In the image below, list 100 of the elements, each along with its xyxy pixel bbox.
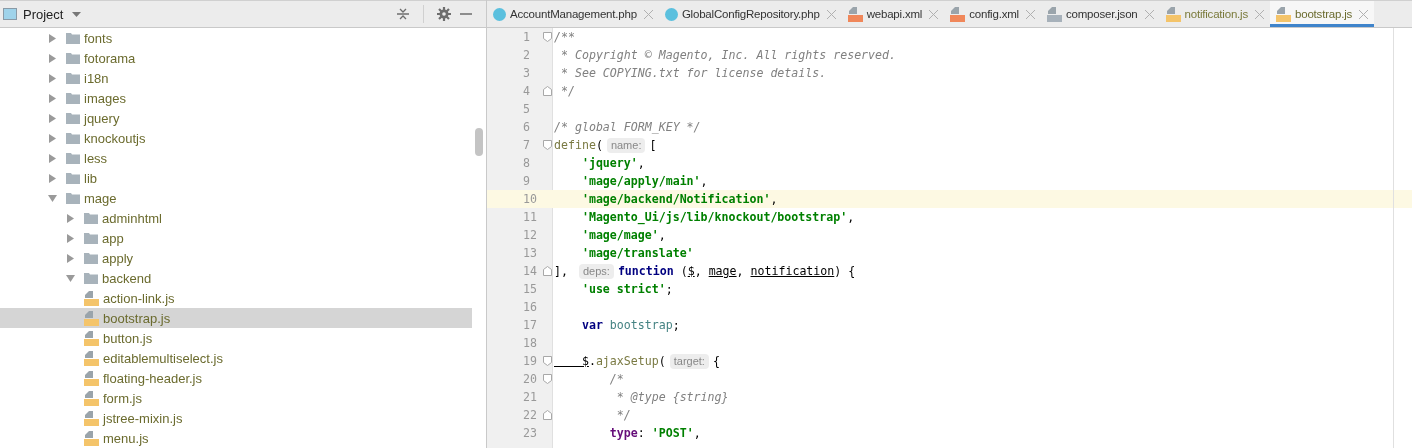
code-comment: */ (615, 408, 631, 422)
tree-item[interactable]: i18n (0, 68, 472, 88)
fold-marker-icon[interactable] (543, 86, 552, 96)
code-text: , (637, 156, 645, 170)
file-icon (84, 430, 99, 446)
tree-item[interactable]: backend (0, 268, 472, 288)
tree-item[interactable]: images (0, 88, 472, 108)
tree-item[interactable]: form.js (0, 388, 472, 408)
tree-item[interactable]: fonts (0, 28, 472, 48)
folder-icon (66, 52, 80, 64)
code-property: type (608, 426, 638, 440)
code-comment: /* global FORM_KEY */ (554, 120, 701, 134)
code-parameter: $ (687, 264, 695, 278)
tree-item[interactable]: jstree-mixin.js (0, 408, 472, 428)
code-text: ; (672, 318, 680, 332)
fold-marker-icon[interactable] (543, 374, 552, 384)
line-number: 17 (522, 317, 538, 334)
code-parameter: notification (750, 264, 835, 278)
code-comment: /* (608, 372, 624, 386)
editor-tab[interactable]: webapi.xml (841, 1, 945, 27)
tree-item[interactable]: less (0, 148, 472, 168)
code-text: , (658, 228, 666, 242)
settings-icon[interactable] (437, 7, 451, 21)
close-icon[interactable] (1025, 9, 1035, 19)
code-text: ) { (834, 264, 856, 278)
editor-tab[interactable]: notification.js (1159, 1, 1270, 27)
tree-item[interactable]: fotorama (0, 48, 472, 68)
line-number: 7 (522, 137, 531, 154)
parameter-hint: deps: (578, 263, 614, 279)
line-number: 18 (522, 335, 538, 352)
expand-arrow-icon[interactable] (48, 133, 57, 143)
line-number: 14 (522, 263, 538, 280)
file-icon (84, 310, 99, 326)
code-string: 'mage/translate' (580, 246, 694, 260)
fold-marker-icon[interactable] (543, 266, 552, 276)
expand-arrow-icon[interactable] (66, 213, 75, 223)
code-parameter: $ (580, 354, 589, 368)
tree-item[interactable]: jquery (0, 108, 472, 128)
fold-marker-icon[interactable] (543, 140, 552, 150)
close-icon[interactable] (826, 9, 836, 19)
code-text: . (588, 354, 596, 368)
line-number: 20 (522, 371, 538, 388)
line-number: 8 (522, 155, 531, 172)
file-icon (1165, 6, 1181, 22)
editor-tab[interactable]: AccountManagement.php (487, 1, 659, 27)
tree-item[interactable]: knockoutjs (0, 128, 472, 148)
expand-arrow-icon[interactable] (66, 273, 75, 283)
close-icon[interactable] (929, 9, 939, 19)
expand-arrow-icon[interactable] (48, 193, 57, 203)
expand-arrow-icon[interactable] (48, 73, 57, 83)
expand-arrow-icon[interactable] (48, 153, 57, 163)
project-view-dropdown[interactable]: Project (23, 6, 82, 22)
tree-item[interactable]: bootstrap.js (0, 308, 472, 328)
fold-marker-icon[interactable] (543, 32, 552, 42)
fold-marker-icon[interactable] (543, 410, 552, 420)
close-icon[interactable] (1359, 9, 1369, 19)
code-keyword: var (580, 318, 603, 332)
editor-tab[interactable]: GlobalConfigRepository.php (658, 1, 842, 27)
tree-item[interactable]: floating-header.js (0, 368, 472, 388)
line-number: 19 (522, 353, 538, 370)
expand-arrow-icon[interactable] (48, 53, 57, 63)
code-text: , (770, 192, 778, 206)
tree-item[interactable]: menu.js (0, 428, 472, 448)
line-number: 2 (522, 47, 531, 64)
expand-arrow-icon[interactable] (48, 173, 57, 183)
tree-item[interactable]: lib (0, 168, 472, 188)
expand-arrow-icon[interactable] (66, 253, 75, 263)
editor-tab[interactable]: composer.json (1040, 1, 1160, 27)
tree-item[interactable]: apply (0, 248, 472, 268)
line-number: 23 (522, 425, 538, 442)
code-string: 'mage/mage' (580, 228, 659, 242)
fold-marker-icon[interactable] (543, 356, 552, 366)
editor-tab[interactable]: bootstrap.js (1270, 1, 1375, 27)
file-icon (84, 290, 99, 306)
scrollbar[interactable] (475, 128, 483, 156)
close-icon[interactable] (643, 9, 653, 19)
file-icon (84, 350, 99, 366)
expand-arrow-icon[interactable] (48, 93, 57, 103)
expand-arrow-icon[interactable] (48, 113, 57, 123)
expand-arrow-icon[interactable] (66, 233, 75, 243)
code-comment: * Copyright © Magento, Inc. All rights reserved. (559, 48, 897, 62)
code-text: ], (554, 264, 569, 278)
tree-item[interactable]: mage (0, 188, 472, 208)
tree-item[interactable]: app (0, 228, 472, 248)
file-icon (84, 330, 99, 346)
file-icon (84, 370, 99, 386)
tree-item[interactable]: action-link.js (0, 288, 472, 308)
code-text: { (712, 354, 720, 368)
tree-item[interactable]: editablemultiselect.js (0, 348, 472, 368)
collapse-all-icon[interactable] (396, 7, 410, 21)
parameter-hint: target: (669, 353, 709, 369)
tree-item[interactable]: button.js (0, 328, 472, 348)
line-number: 10 (522, 191, 538, 208)
folder-icon (66, 112, 80, 124)
code-comment: */ (559, 84, 575, 98)
close-icon[interactable] (1144, 9, 1154, 19)
close-icon[interactable] (1255, 9, 1264, 19)
editor-tab[interactable]: config.xml (944, 1, 1041, 27)
tree-item[interactable]: adminhtml (0, 208, 472, 228)
expand-arrow-icon[interactable] (48, 33, 57, 43)
